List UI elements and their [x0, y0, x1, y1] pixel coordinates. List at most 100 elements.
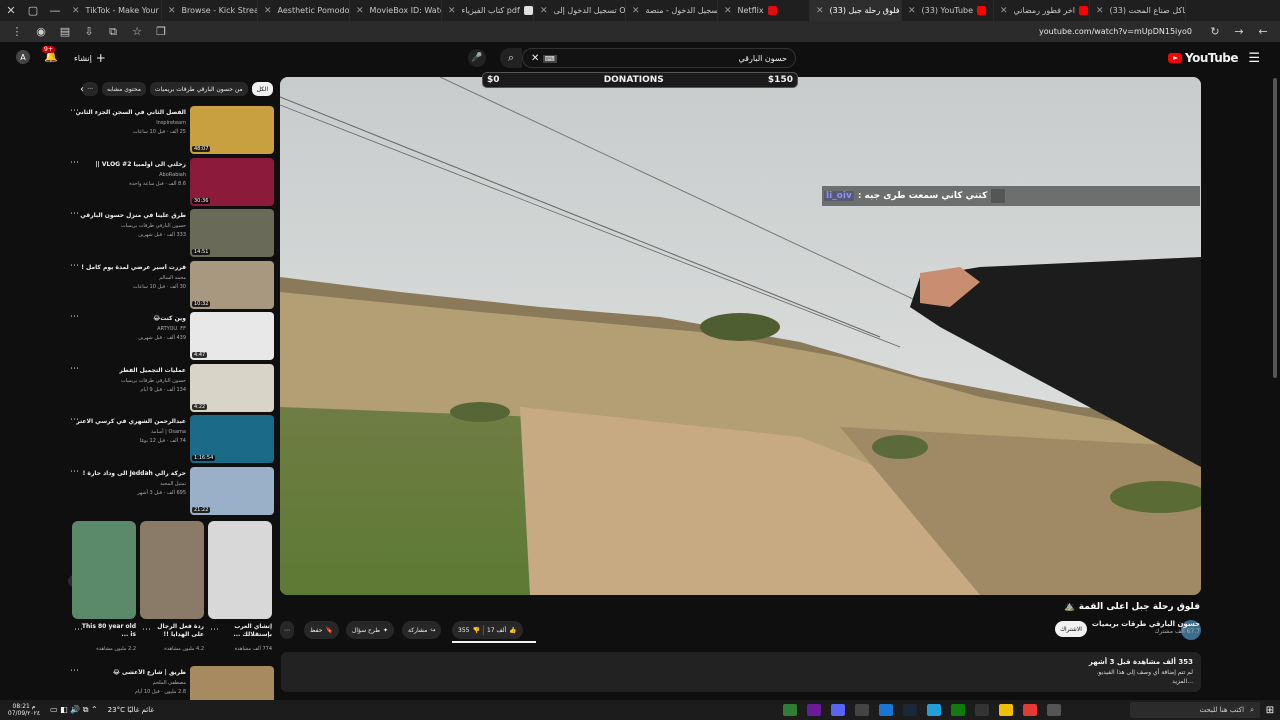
channel-name[interactable]: AboRabiah: [76, 172, 186, 178]
video-thumbnail[interactable]: 30:36: [190, 157, 274, 206]
video-title[interactable]: طريق | شارع الأعشى 😂: [76, 669, 186, 676]
more-options-icon[interactable]: ⋯: [70, 312, 79, 322]
close-tab-icon[interactable]: ✕: [724, 6, 732, 16]
reload-icon[interactable]: ↻: [1206, 25, 1224, 38]
app-icon[interactable]: [879, 704, 893, 716]
video-thumbnail[interactable]: 4:22: [190, 363, 274, 412]
browser-tab[interactable]: ✕ تسجيل الدخول - منصة: [626, 0, 718, 21]
chrome-icon[interactable]: [1023, 704, 1037, 716]
list-item[interactable]: 48:07 الفصل الثاني في السجن الجزء الثاني I…: [66, 106, 276, 156]
video-title[interactable]: الفصل الثاني في السجن الجزء الثاني: [76, 109, 186, 116]
more-options-icon[interactable]: ⋯: [142, 625, 151, 635]
video-title[interactable]: وين كنت😂: [76, 315, 186, 322]
browser-tab[interactable]: ✕ اخر فطور رمضاني: [994, 0, 1090, 21]
short-title[interactable]: This 80 year old is ...: [78, 623, 136, 641]
browser-tab[interactable]: ✕ (33) YouTube: [902, 0, 994, 21]
search-icon[interactable]: ⌕: [500, 48, 522, 68]
more-actions-icon[interactable]: ⋯: [280, 621, 294, 639]
app-icon[interactable]: [807, 704, 821, 716]
search-input[interactable]: ✕ ⌨ حسون البارقي: [522, 48, 796, 68]
browser-tab[interactable]: ✕ تسجيل الدخول إلى OSN: [534, 0, 626, 21]
chips-prev-arrow-icon[interactable]: ‹: [80, 84, 84, 95]
channel-name[interactable]: حسون البارقي طرقات بريميات: [76, 378, 186, 384]
like-icon[interactable]: 👍: [509, 627, 516, 634]
video-title[interactable]: قررت أسير عرضي لمدة يوم كامل !: [76, 264, 186, 271]
more-options-icon[interactable]: ⋯: [74, 625, 83, 635]
forward-icon[interactable]: →: [1230, 25, 1248, 38]
close-tab-icon[interactable]: ✕: [816, 6, 824, 16]
voice-search-icon[interactable]: 🎤: [468, 49, 486, 67]
video-title[interactable]: حركة رالي Jeddah الى وداد حارة !: [76, 470, 186, 477]
chip-all[interactable]: الكل: [251, 82, 273, 96]
avatar[interactable]: A: [16, 50, 30, 64]
browser-tab[interactable]: ✕ TikTok - Make Your Da: [66, 0, 162, 21]
steam-icon[interactable]: [903, 704, 917, 716]
youtube-logo[interactable]: YouTube: [1167, 51, 1239, 65]
list-item[interactable]: 30:36 رحلتي الى اولمبيا VLOG #2 || AboRabi…: [66, 157, 276, 208]
close-tab-icon[interactable]: ✕: [356, 6, 364, 16]
more-options-icon[interactable]: ⋯: [70, 209, 79, 219]
short-thumbnail[interactable]: [72, 521, 136, 619]
more-options-icon[interactable]: ⋯: [70, 364, 79, 374]
more-options-icon[interactable]: ⋯: [210, 625, 219, 635]
app-icon[interactable]: [975, 704, 989, 716]
app-icon[interactable]: [855, 704, 869, 716]
close-tab-icon[interactable]: ✕: [632, 6, 640, 16]
share-button[interactable]: مشاركة ↪: [402, 621, 442, 639]
close-tab-icon[interactable]: ✕: [168, 6, 176, 16]
app-icon[interactable]: [783, 704, 797, 716]
close-tab-icon[interactable]: ✕: [1000, 6, 1008, 16]
video-title[interactable]: رحلتي الى اولمبيا VLOG #2 ||: [76, 161, 186, 168]
browser-tab[interactable]: ✕ Netflix: [718, 0, 810, 21]
extensions-icon[interactable]: ⋮: [8, 25, 26, 38]
channel-name[interactable]: محمد السالم: [76, 275, 186, 281]
system-tray-icons[interactable]: ▭ ◧ 🔊 ⧉ ⌃: [50, 705, 98, 715]
video-thumbnail[interactable]: 1:16:54: [190, 415, 274, 463]
browser-tab[interactable]: ✕ MovieBox ID: Watch M: [350, 0, 442, 21]
maximize-window-icon[interactable]: ▢: [22, 0, 44, 21]
clock[interactable]: 08:21 م 07/09/٢٠٢٤: [4, 703, 44, 717]
weather-widget[interactable]: 23°C غائم غالبًا: [108, 706, 154, 714]
close-tab-icon[interactable]: ✕: [448, 6, 456, 16]
list-item[interactable]: 14:51 طرق علينا في منزل حسون البارقي حسون …: [66, 209, 276, 259]
channel-name[interactable]: حسون البارقي طرقات بريميات: [76, 223, 186, 229]
taskbar-search[interactable]: اكتب هنا للبحث ⌕: [1130, 702, 1260, 718]
close-tab-icon[interactable]: ✕: [908, 6, 916, 16]
more-options-icon[interactable]: ⋯: [70, 106, 79, 116]
url-text[interactable]: youtube.com/watch?v=mUpDN15iyo0: [1039, 27, 1192, 36]
telegram-icon[interactable]: [927, 704, 941, 716]
browser-tab[interactable]: ✕ Aesthetic Pomodoro: [258, 0, 350, 21]
save-button[interactable]: حفظ 🔖: [304, 621, 339, 639]
task-view-icon[interactable]: [1047, 704, 1061, 716]
discord-icon[interactable]: [831, 704, 845, 716]
copy-icon[interactable]: ❐: [152, 25, 170, 38]
short-title[interactable]: ردة فعل الرجال على الهدايا !!: [146, 623, 204, 641]
browser-tab[interactable]: ✕ Browse - Kick Stream: [162, 0, 258, 21]
description-box[interactable]: 353 ألف مشاهدة قبل 3 أشهر لم تتم إضافة أ…: [281, 652, 1201, 692]
download-icon[interactable]: ⇩: [80, 25, 98, 38]
page-scrollbar[interactable]: [1273, 78, 1277, 378]
video-thumbnail[interactable]: 10:32: [190, 260, 274, 309]
create-button[interactable]: إنشاء +: [74, 51, 106, 65]
browser-tab[interactable]: ✕ كتاب الفيزياء pdf: [442, 0, 534, 21]
short-title[interactable]: إتشاي العرب بإستقلالك ...: [214, 623, 273, 641]
chip-from-channel[interactable]: من حسون البارقي طرقات بريميات: [149, 82, 248, 96]
video-title[interactable]: طرق علينا في منزل حسون البارقي: [76, 212, 186, 219]
short-thumbnail[interactable]: [140, 521, 204, 619]
list-item[interactable]: 1:16:54 عبدالرحمن الشهري في كرسي الاعتراف…: [66, 415, 276, 465]
dislike-icon[interactable]: 👎: [472, 627, 479, 634]
channel-name[interactable]: Inspireteam: [76, 120, 186, 126]
channel-name[interactable]: حسون البارقي طرقات بريميات: [1092, 620, 1200, 628]
show-more-link[interactable]: ...المزيد: [1172, 678, 1193, 685]
minimize-window-icon[interactable]: —: [44, 0, 66, 21]
chip-related[interactable]: محتوى مشابه: [102, 82, 146, 96]
close-window-icon[interactable]: ✕: [0, 0, 22, 21]
short-thumbnail[interactable]: [208, 521, 272, 619]
channel-info[interactable]: حسون البارقي طرقات بريميات 67.7 ألف مشتر…: [1092, 620, 1200, 635]
close-tab-icon[interactable]: ✕: [540, 6, 548, 16]
favorites-icon[interactable]: ☆: [128, 25, 146, 38]
hamburger-menu-icon[interactable]: ☰: [1248, 51, 1260, 66]
video-thumbnail[interactable]: 4:47: [190, 312, 274, 360]
channel-name[interactable]: ARTYOU. FF: [76, 326, 186, 332]
windows-start-icon[interactable]: ⊞: [1260, 705, 1280, 716]
